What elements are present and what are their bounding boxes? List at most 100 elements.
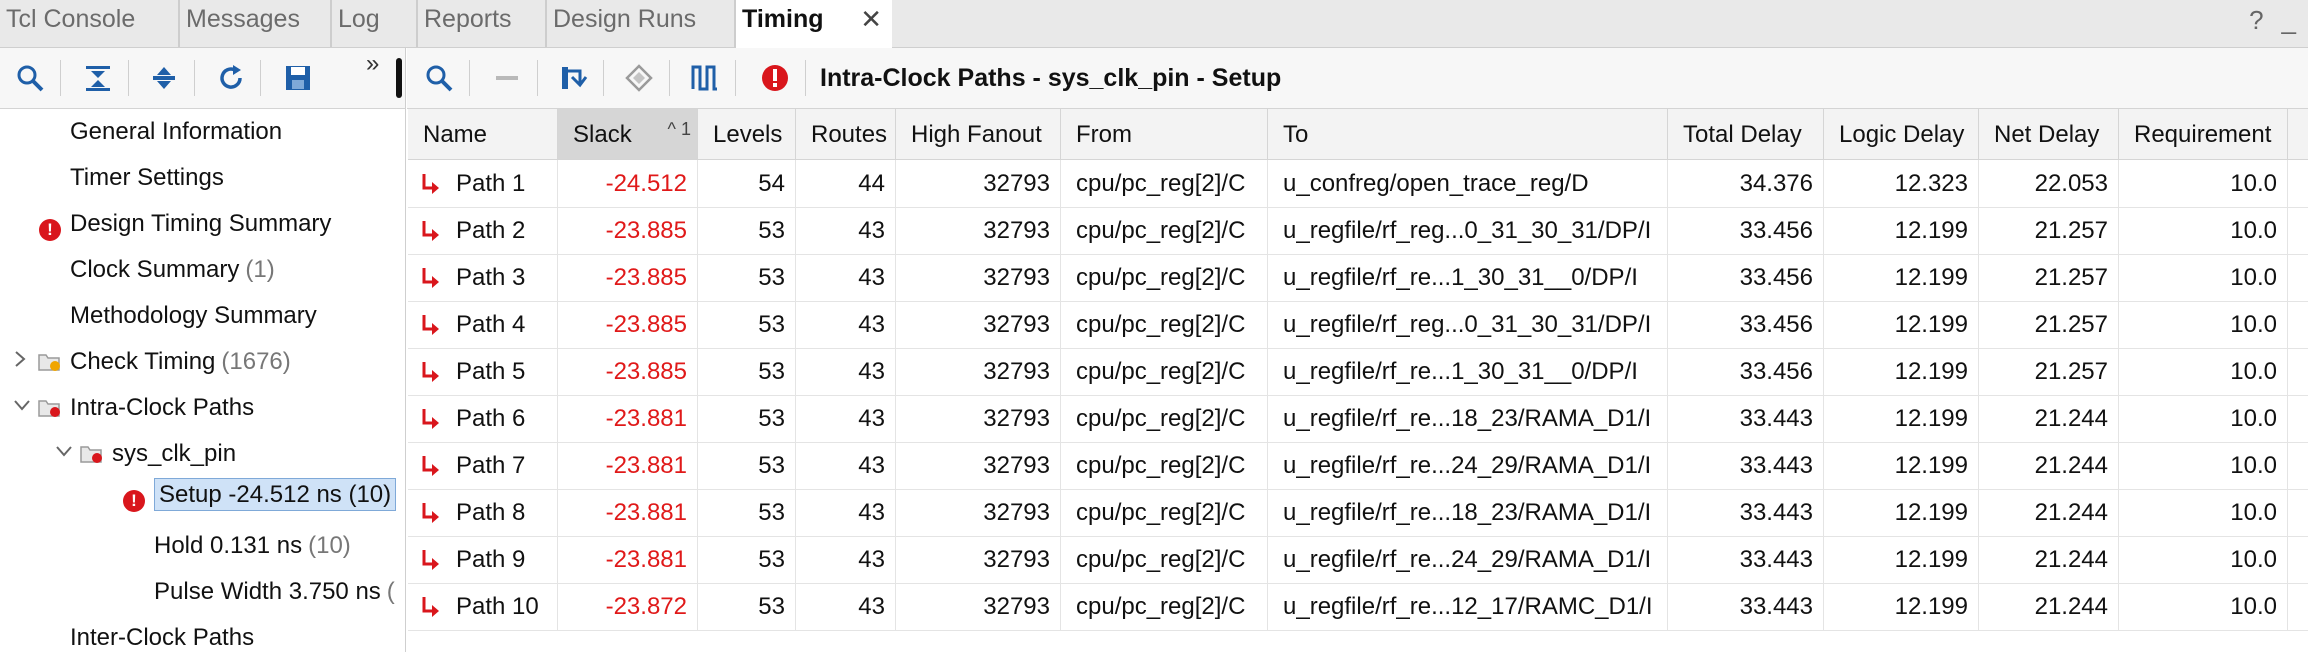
column-header-name[interactable]: Name xyxy=(408,109,558,159)
table-row[interactable]: Path 3 -23.885 53 43 32793 cpu/pc_reg[2]/C u_r… xyxy=(408,254,2308,302)
column-header-net-delay[interactable]: Net Delay xyxy=(1979,109,2119,159)
help-icon[interactable]: ? xyxy=(2249,5,2263,35)
column-header-to[interactable]: To xyxy=(1268,109,1668,159)
collapse-all-icon[interactable] xyxy=(82,62,114,94)
cell-slack-text: -24.512 xyxy=(605,170,687,197)
search-icon[interactable] xyxy=(423,62,455,94)
tree-item-design-timing-summary[interactable]: Design Timing Summary xyxy=(70,201,331,247)
search-icon[interactable] xyxy=(14,62,46,94)
tab-timing[interactable]: Timing ✕ xyxy=(734,0,892,48)
tab-messages[interactable]: Messages xyxy=(178,0,340,47)
cell-slack-text: -23.881 xyxy=(605,546,687,573)
cell-slack-text: -23.872 xyxy=(605,593,687,620)
cell-levels-text: 53 xyxy=(758,499,785,526)
tree-item-intra-clock-paths[interactable]: Intra-Clock Paths xyxy=(70,385,254,431)
tab-reports[interactable]: Reports xyxy=(416,0,546,47)
chevron-down-icon[interactable] xyxy=(12,395,32,421)
cell-from: cpu/pc_reg[2]/C xyxy=(1061,395,1268,442)
table-row[interactable]: Path 1 -24.512 54 44 32793 cpu/pc_reg[2]/C u_c… xyxy=(408,160,2308,208)
cell-total-delay: 34.376 xyxy=(1668,160,1824,207)
cell-name: Path 9 xyxy=(408,536,558,583)
tree-item-timer-settings[interactable]: Timer Settings xyxy=(70,155,224,201)
cell-slack-text: -23.885 xyxy=(605,264,687,291)
table-row[interactable]: Path 8 -23.881 53 43 32793 cpu/pc_reg[2]/C u_r… xyxy=(408,489,2308,537)
tab-label: Timing xyxy=(742,5,824,33)
cell-name: Path 6 xyxy=(408,395,558,442)
tree-item-label: Inter-Clock Paths xyxy=(70,624,255,651)
cell-total-delay: 33.456 xyxy=(1668,301,1824,348)
cell-from: cpu/pc_reg[2]/C xyxy=(1061,442,1268,489)
cell-requirement-text: 10.0 xyxy=(2230,405,2277,432)
tree-item-clock-summary[interactable]: Clock Summary (1) xyxy=(70,247,275,293)
cell-from-text: cpu/pc_reg[2]/C xyxy=(1076,311,1246,338)
cell-high-fanout: 32793 xyxy=(896,254,1061,301)
tab-design-runs[interactable]: Design Runs xyxy=(545,0,735,47)
close-icon[interactable]: ✕ xyxy=(860,0,882,38)
cell-levels-text: 53 xyxy=(758,264,785,291)
tree-item-hold[interactable]: Hold 0.131 ns (10) xyxy=(154,523,351,569)
column-header-requirement[interactable]: Requirement xyxy=(2119,109,2288,159)
tree-item-pulse-width[interactable]: Pulse Width 3.750 ns( xyxy=(154,569,395,615)
cell-levels: 53 xyxy=(698,348,796,395)
table-row[interactable]: Path 6 -23.881 53 43 32793 cpu/pc_reg[2]/C u_r… xyxy=(408,395,2308,443)
minus-icon[interactable] xyxy=(491,62,523,94)
column-header-routes[interactable]: Routes xyxy=(796,109,896,159)
cell-logic-delay-text: 12.199 xyxy=(1894,452,1968,479)
timing-path-icon xyxy=(422,550,439,570)
tree-item-inter-clock-paths[interactable]: Inter-Clock Paths xyxy=(70,615,254,652)
overflow-icon[interactable]: » xyxy=(366,50,379,78)
cell-to: u_regfile/rf_re...1_30_31__0/DP/I xyxy=(1268,348,1668,395)
cell-name-text: Path 9 xyxy=(456,546,526,573)
cell-name-text: Path 6 xyxy=(456,405,526,432)
tab-tcl-console[interactable]: Tcl Console xyxy=(0,0,178,47)
cell-slack: -23.881 xyxy=(558,536,698,583)
tab-label: Reports xyxy=(424,5,512,33)
tree-item-general-information[interactable]: General Information xyxy=(70,109,282,155)
chevron-down-icon[interactable] xyxy=(54,441,74,467)
refresh-icon[interactable] xyxy=(215,62,247,94)
minimize-icon[interactable]: _ xyxy=(2282,5,2296,35)
table-row[interactable]: Path 2 -23.885 53 43 32793 cpu/pc_reg[2]/C u_r… xyxy=(408,207,2308,255)
tree-item-methodology-summary[interactable]: Methodology Summary xyxy=(70,293,317,339)
table-row[interactable]: Path 9 -23.881 53 43 32793 cpu/pc_reg[2]/C u_r… xyxy=(408,536,2308,584)
cell-net-delay: 21.257 xyxy=(1979,254,2119,301)
column-header-high-fanout[interactable]: High Fanout xyxy=(896,109,1061,159)
cell-net-delay-text: 21.244 xyxy=(2034,593,2108,620)
cell-high-fanout: 32793 xyxy=(896,442,1061,489)
tab-label: Log xyxy=(338,5,380,33)
cell-total-delay-text: 33.443 xyxy=(1739,546,1813,573)
save-icon[interactable] xyxy=(282,62,314,94)
cell-name: Path 7 xyxy=(408,442,558,489)
column-header-levels[interactable]: Levels xyxy=(698,109,796,159)
table-row[interactable]: Path 5 -23.885 53 43 32793 cpu/pc_reg[2]/C u_r… xyxy=(408,348,2308,396)
table-row[interactable]: Path 4 -23.885 53 43 32793 cpu/pc_reg[2]/C u_r… xyxy=(408,301,2308,349)
tree-item-label: Design Timing Summary xyxy=(70,210,332,237)
chevron-right-icon[interactable] xyxy=(12,349,28,375)
schematic-icon[interactable] xyxy=(557,62,589,94)
diamond-icon[interactable] xyxy=(623,62,655,94)
tree-item-check-timing[interactable]: Check Timing (1676) xyxy=(70,339,291,385)
cell-total-delay-text: 33.456 xyxy=(1739,264,1813,291)
cell-levels: 53 xyxy=(698,254,796,301)
column-header-slack[interactable]: Slack ^ 1 xyxy=(558,109,698,159)
cell-levels-text: 53 xyxy=(758,405,785,432)
cell-to: u_regfile/rf_re...1_30_31__0/DP/I xyxy=(1268,254,1668,301)
header-label: Logic Delay xyxy=(1839,121,1965,148)
drag-handle[interactable] xyxy=(396,58,402,98)
cell-routes: 43 xyxy=(796,395,896,442)
expand-all-icon[interactable] xyxy=(148,62,180,94)
table-row[interactable]: Path 7 -23.881 53 43 32793 cpu/pc_reg[2]/C u_r… xyxy=(408,442,2308,490)
tab-log[interactable]: Log xyxy=(330,0,422,47)
column-header-from[interactable]: From xyxy=(1061,109,1268,159)
table-row[interactable]: Path 10 -23.872 53 43 32793 cpu/pc_reg[2]/C u_… xyxy=(408,583,2308,631)
tree-item-sys-clk-pin[interactable]: sys_clk_pin xyxy=(112,431,236,477)
waveform-icon[interactable] xyxy=(689,62,721,94)
column-header-logic-delay[interactable]: Logic Delay xyxy=(1824,109,1979,159)
column-header-total-delay[interactable]: Total Delay xyxy=(1668,109,1824,159)
cell-from: cpu/pc_reg[2]/C xyxy=(1061,207,1268,254)
error-icon[interactable] xyxy=(759,62,791,94)
cell-slack: -23.885 xyxy=(558,348,698,395)
tree-item-setup[interactable]: Setup -24.512 ns (10) xyxy=(154,472,397,518)
toolbar-separator xyxy=(603,60,604,96)
cell-to-text: u_regfile/rf_re...12_17/RAMC_D1/I xyxy=(1283,593,1653,620)
